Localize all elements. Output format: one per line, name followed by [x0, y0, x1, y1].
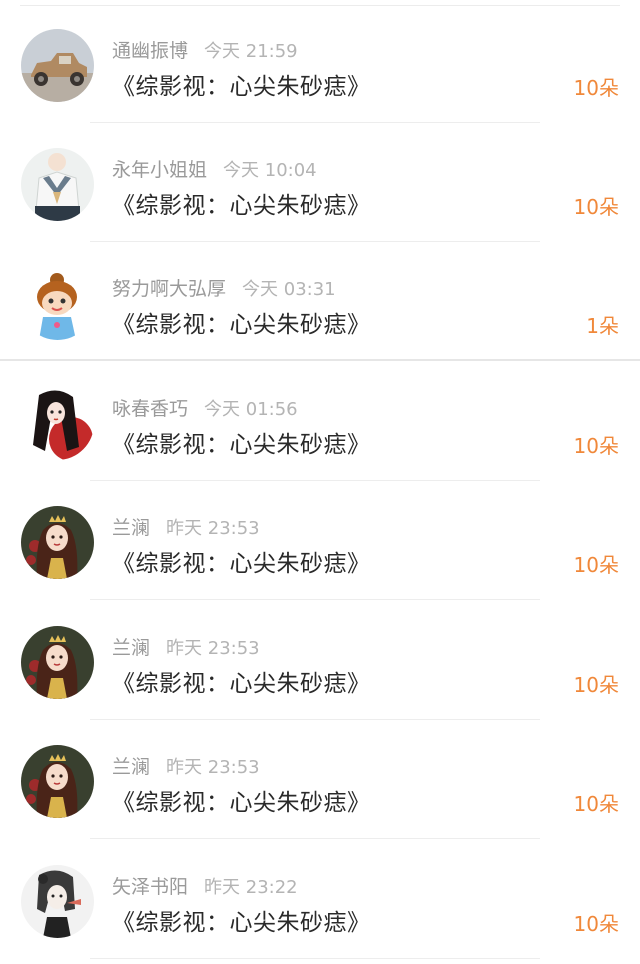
gift-time: 今天 03:31	[242, 279, 336, 300]
gift-time: 昨天 23:53	[166, 518, 260, 539]
flower-count: 10朵	[573, 76, 619, 100]
red-dress-girl-avatar-icon	[21, 387, 94, 460]
book-title: 《综影视：心尖朱砂痣》	[112, 193, 371, 219]
list-item[interactable]: 通幽振博 今天 21:59 《综影视：心尖朱砂痣》 10朵	[0, 4, 640, 123]
user-name: 兰澜 昨天 23:53	[112, 637, 260, 659]
princess-avatar-icon	[21, 506, 94, 579]
gift-record-list: 通幽振博 今天 21:59 《综影视：心尖朱砂痣》 10朵 永年小姐姐 今天 10:…	[0, 0, 640, 964]
flower-count: 1朵	[586, 314, 619, 338]
avatar[interactable]	[21, 506, 94, 579]
gift-time: 昨天 23:22	[204, 877, 298, 898]
list-item[interactable]: 矢泽书阳 昨天 23:22 《综影视：心尖朱砂痣》 10朵	[0, 840, 640, 959]
list-item[interactable]: 咏春香巧 今天 01:56 《综影视：心尖朱砂痣》 10朵	[0, 362, 640, 481]
cartoon-girl-avatar-icon	[21, 267, 94, 340]
flower-count: 10朵	[573, 195, 619, 219]
book-title: 《综影视：心尖朱砂痣》	[112, 551, 371, 577]
gift-time: 昨天 23:53	[166, 638, 260, 659]
list-item[interactable]: 努力啊大弘厚 今天 03:31 《综影视：心尖朱砂痣》 1朵	[0, 242, 640, 361]
sailor-uniform-avatar-icon	[21, 148, 94, 221]
book-title: 《综影视：心尖朱砂痣》	[112, 790, 371, 816]
flower-count: 10朵	[573, 553, 619, 577]
avatar[interactable]	[21, 745, 94, 818]
book-title: 《综影视：心尖朱砂痣》	[112, 432, 371, 458]
gift-time: 今天 10:04	[223, 160, 317, 181]
user-name: 兰澜 昨天 23:53	[112, 517, 260, 539]
avatar[interactable]	[21, 387, 94, 460]
flower-count: 10朵	[573, 673, 619, 697]
list-item[interactable]: 兰澜 昨天 23:53 《综影视：心尖朱砂痣》 10朵	[0, 720, 640, 839]
list-item[interactable]: 永年小姐姐 今天 10:04 《综影视：心尖朱砂痣》 10朵	[0, 123, 640, 242]
avatar[interactable]	[21, 29, 94, 102]
user-name: 兰澜 昨天 23:53	[112, 756, 260, 778]
flower-count: 10朵	[573, 792, 619, 816]
book-title: 《综影视：心尖朱砂痣》	[112, 74, 371, 100]
row-divider	[90, 599, 540, 600]
gift-time: 昨天 23:53	[166, 757, 260, 778]
flower-count: 10朵	[573, 912, 619, 936]
user-name: 努力啊大弘厚 今天 03:31	[112, 278, 336, 300]
avatar[interactable]	[21, 267, 94, 340]
row-divider	[0, 359, 640, 361]
gift-time: 今天 01:56	[204, 399, 298, 420]
user-name: 永年小姐姐 今天 10:04	[112, 159, 317, 181]
list-item[interactable]: 兰澜 昨天 23:53 《综影视：心尖朱砂痣》 10朵	[0, 481, 640, 600]
book-title: 《综影视：心尖朱砂痣》	[112, 312, 371, 338]
book-title: 《综影视：心尖朱砂痣》	[112, 671, 371, 697]
book-title: 《综影视：心尖朱砂痣》	[112, 910, 371, 936]
princess-avatar-icon	[21, 745, 94, 818]
gift-time: 今天 21:59	[204, 41, 298, 62]
vintage-car-avatar-icon	[21, 29, 94, 102]
sketch-girl-avatar-icon	[21, 865, 94, 938]
princess-avatar-icon	[21, 626, 94, 699]
avatar[interactable]	[21, 148, 94, 221]
avatar[interactable]	[21, 626, 94, 699]
user-name: 咏春香巧 今天 01:56	[112, 398, 298, 420]
list-item[interactable]: 兰澜 昨天 23:53 《综影视：心尖朱砂痣》 10朵	[0, 601, 640, 720]
flower-count: 10朵	[573, 434, 619, 458]
user-name: 通幽振博 今天 21:59	[112, 40, 298, 62]
row-divider	[90, 958, 540, 959]
user-name: 矢泽书阳 昨天 23:22	[112, 876, 298, 898]
row-divider	[90, 838, 540, 839]
avatar[interactable]	[21, 865, 94, 938]
